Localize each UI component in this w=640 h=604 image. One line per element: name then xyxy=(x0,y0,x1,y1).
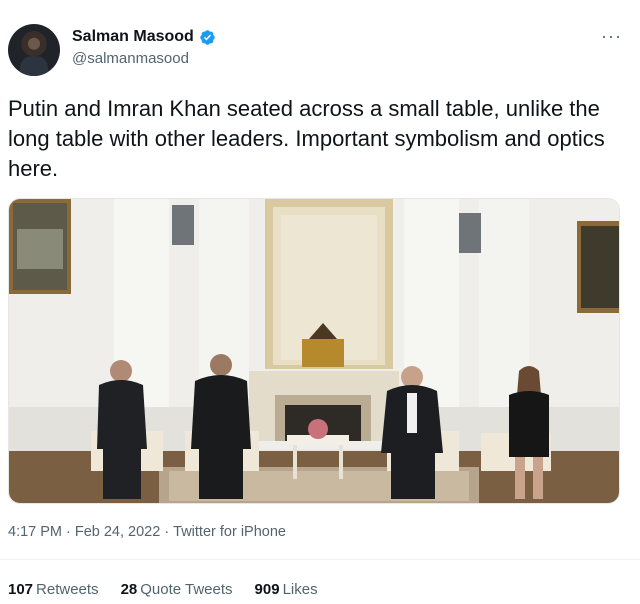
quote-tweets-stat[interactable]: 28 Quote Tweets xyxy=(121,581,233,598)
tweet-stats: 107 Retweets 28 Quote Tweets 909 Likes xyxy=(8,581,318,598)
tweet-photo[interactable] xyxy=(8,198,620,504)
quote-tweets-label: Quote Tweets xyxy=(140,581,233,598)
retweets-stat[interactable]: 107 Retweets xyxy=(8,581,99,598)
tweet-text: Putin and Imran Khan seated across a sma… xyxy=(8,96,605,181)
author-handle[interactable]: @salmanmasood xyxy=(72,50,189,67)
likes-label: Likes xyxy=(282,581,318,598)
divider xyxy=(0,559,640,560)
author-display-name[interactable]: Salman Masood xyxy=(72,28,194,46)
tweet-date[interactable]: Feb 24, 2022 xyxy=(75,524,160,540)
verified-badge-icon xyxy=(200,29,215,45)
tweet-time[interactable]: 4:17 PM xyxy=(8,524,62,540)
author-avatar[interactable] xyxy=(8,24,60,76)
retweets-count: 107 xyxy=(8,581,34,598)
meta-separator: · xyxy=(164,524,170,540)
tweet-metadata: 4:17 PM · Feb 24, 2022 · Twitter for iPhone xyxy=(8,524,286,540)
tweet-source[interactable]: Twitter for iPhone xyxy=(173,524,286,540)
quote-tweets-count: 28 xyxy=(120,581,138,598)
author-name-row[interactable]: Salman Masood xyxy=(72,28,216,46)
retweets-label: Retweets xyxy=(36,581,99,598)
meeting-room-photo xyxy=(9,199,619,503)
likes-stat[interactable]: 909 Likes xyxy=(255,581,318,598)
meta-separator: · xyxy=(66,524,71,540)
likes-count: 909 xyxy=(254,581,280,598)
more-options-icon[interactable]: ··· xyxy=(601,26,622,47)
tweet-card: Salman Masood @salmanmasood ··· Putin an… xyxy=(0,0,640,604)
